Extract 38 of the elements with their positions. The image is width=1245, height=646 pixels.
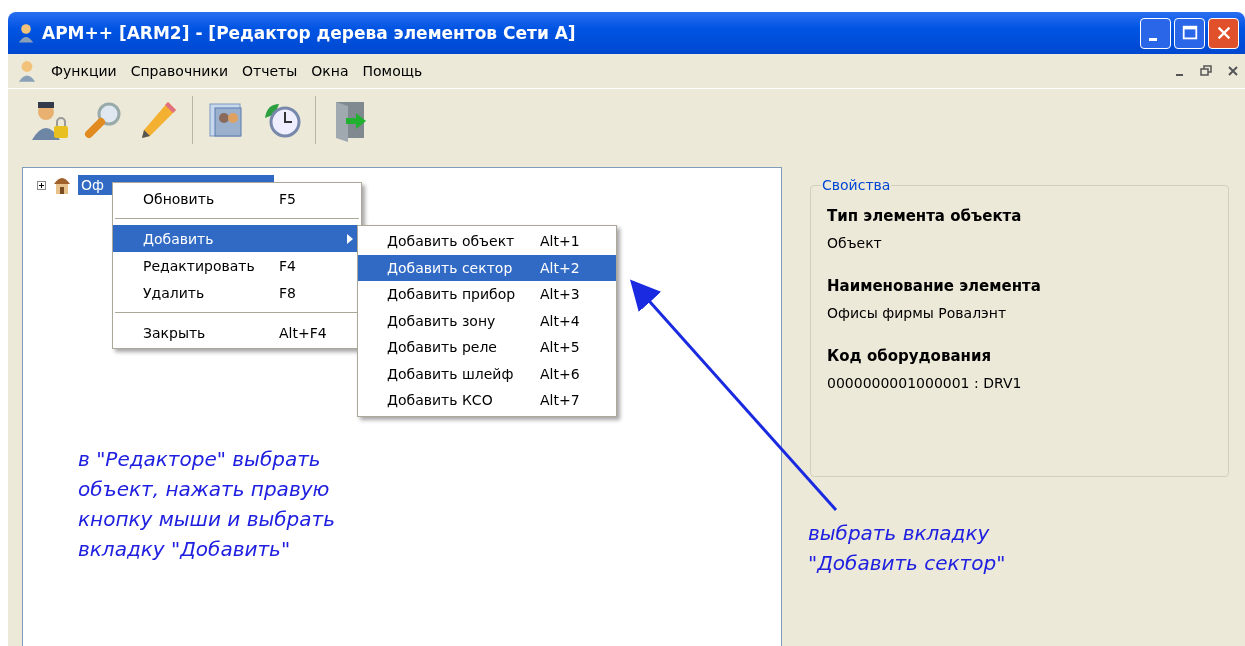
menu-item[interactable]: Помощь xyxy=(355,63,430,79)
field-label: Тип элемента объекта xyxy=(827,207,1023,225)
menu-item[interactable]: Добавить сектор Alt+2 xyxy=(358,254,616,281)
maximize-icon xyxy=(1180,24,1199,42)
menu-item[interactable]: Отчеты xyxy=(235,63,305,79)
menu-item[interactable]: Добавить объект Alt+1 xyxy=(358,228,616,255)
menu-item[interactable]: Редактировать F4 xyxy=(113,252,361,279)
menu-item[interactable]: Добавить шлейф Alt+6 xyxy=(358,360,616,387)
field-label: Наименование элемента xyxy=(827,277,1042,295)
user-icon xyxy=(18,60,36,82)
maximize-button[interactable] xyxy=(1174,17,1205,49)
annotation-text: выбрать вкладку "Добавить сектор" xyxy=(808,520,1006,577)
close-button[interactable] xyxy=(1208,17,1239,49)
minimize-icon xyxy=(1175,74,1183,76)
restore-icon xyxy=(1200,65,1212,77)
group-title: Свойства xyxy=(821,177,892,193)
menu-item[interactable]: Добавить реле Alt+5 xyxy=(358,334,616,361)
field-value: Офисы фирмы Ровалэнт xyxy=(827,305,1008,321)
field-label: Код оборудования xyxy=(827,347,993,365)
menu-item[interactable]: Функции xyxy=(44,63,124,79)
menu-item[interactable]: Добавить прибор Alt+3 xyxy=(358,281,616,308)
user-icon xyxy=(18,23,34,43)
menu-item[interactable]: Справочники xyxy=(123,63,235,79)
close-icon xyxy=(1227,65,1239,77)
menu-item[interactable]: Удалить F8 xyxy=(113,279,361,306)
minimize-button[interactable] xyxy=(1140,17,1171,49)
menu-item[interactable]: Добавить КСО Alt+7 xyxy=(358,387,616,414)
menu-item[interactable]: Окна xyxy=(304,63,356,79)
menu-item[interactable]: Закрыть Alt+F4 xyxy=(113,319,361,346)
menu-item[interactable]: Добавить зону Alt+4 xyxy=(358,307,616,334)
minimize-icon xyxy=(1148,37,1157,41)
annotation-text: в "Редакторе" выбрать объект, нажать правую кнопку мыши и выбрать вкладку "Добавить" xyxy=(78,446,335,563)
expand-toggle[interactable] xyxy=(37,180,46,190)
submenu-arrow-icon xyxy=(347,233,353,244)
window-title: АРМ++ [ARM2] - [Редактор дерева элементов Сети А] xyxy=(42,23,576,43)
field-value: Объект xyxy=(827,235,883,251)
field-value: 0000000001000001 : DRV1 xyxy=(827,375,1023,391)
menu-item[interactable]: Обновить F5 xyxy=(113,185,361,212)
